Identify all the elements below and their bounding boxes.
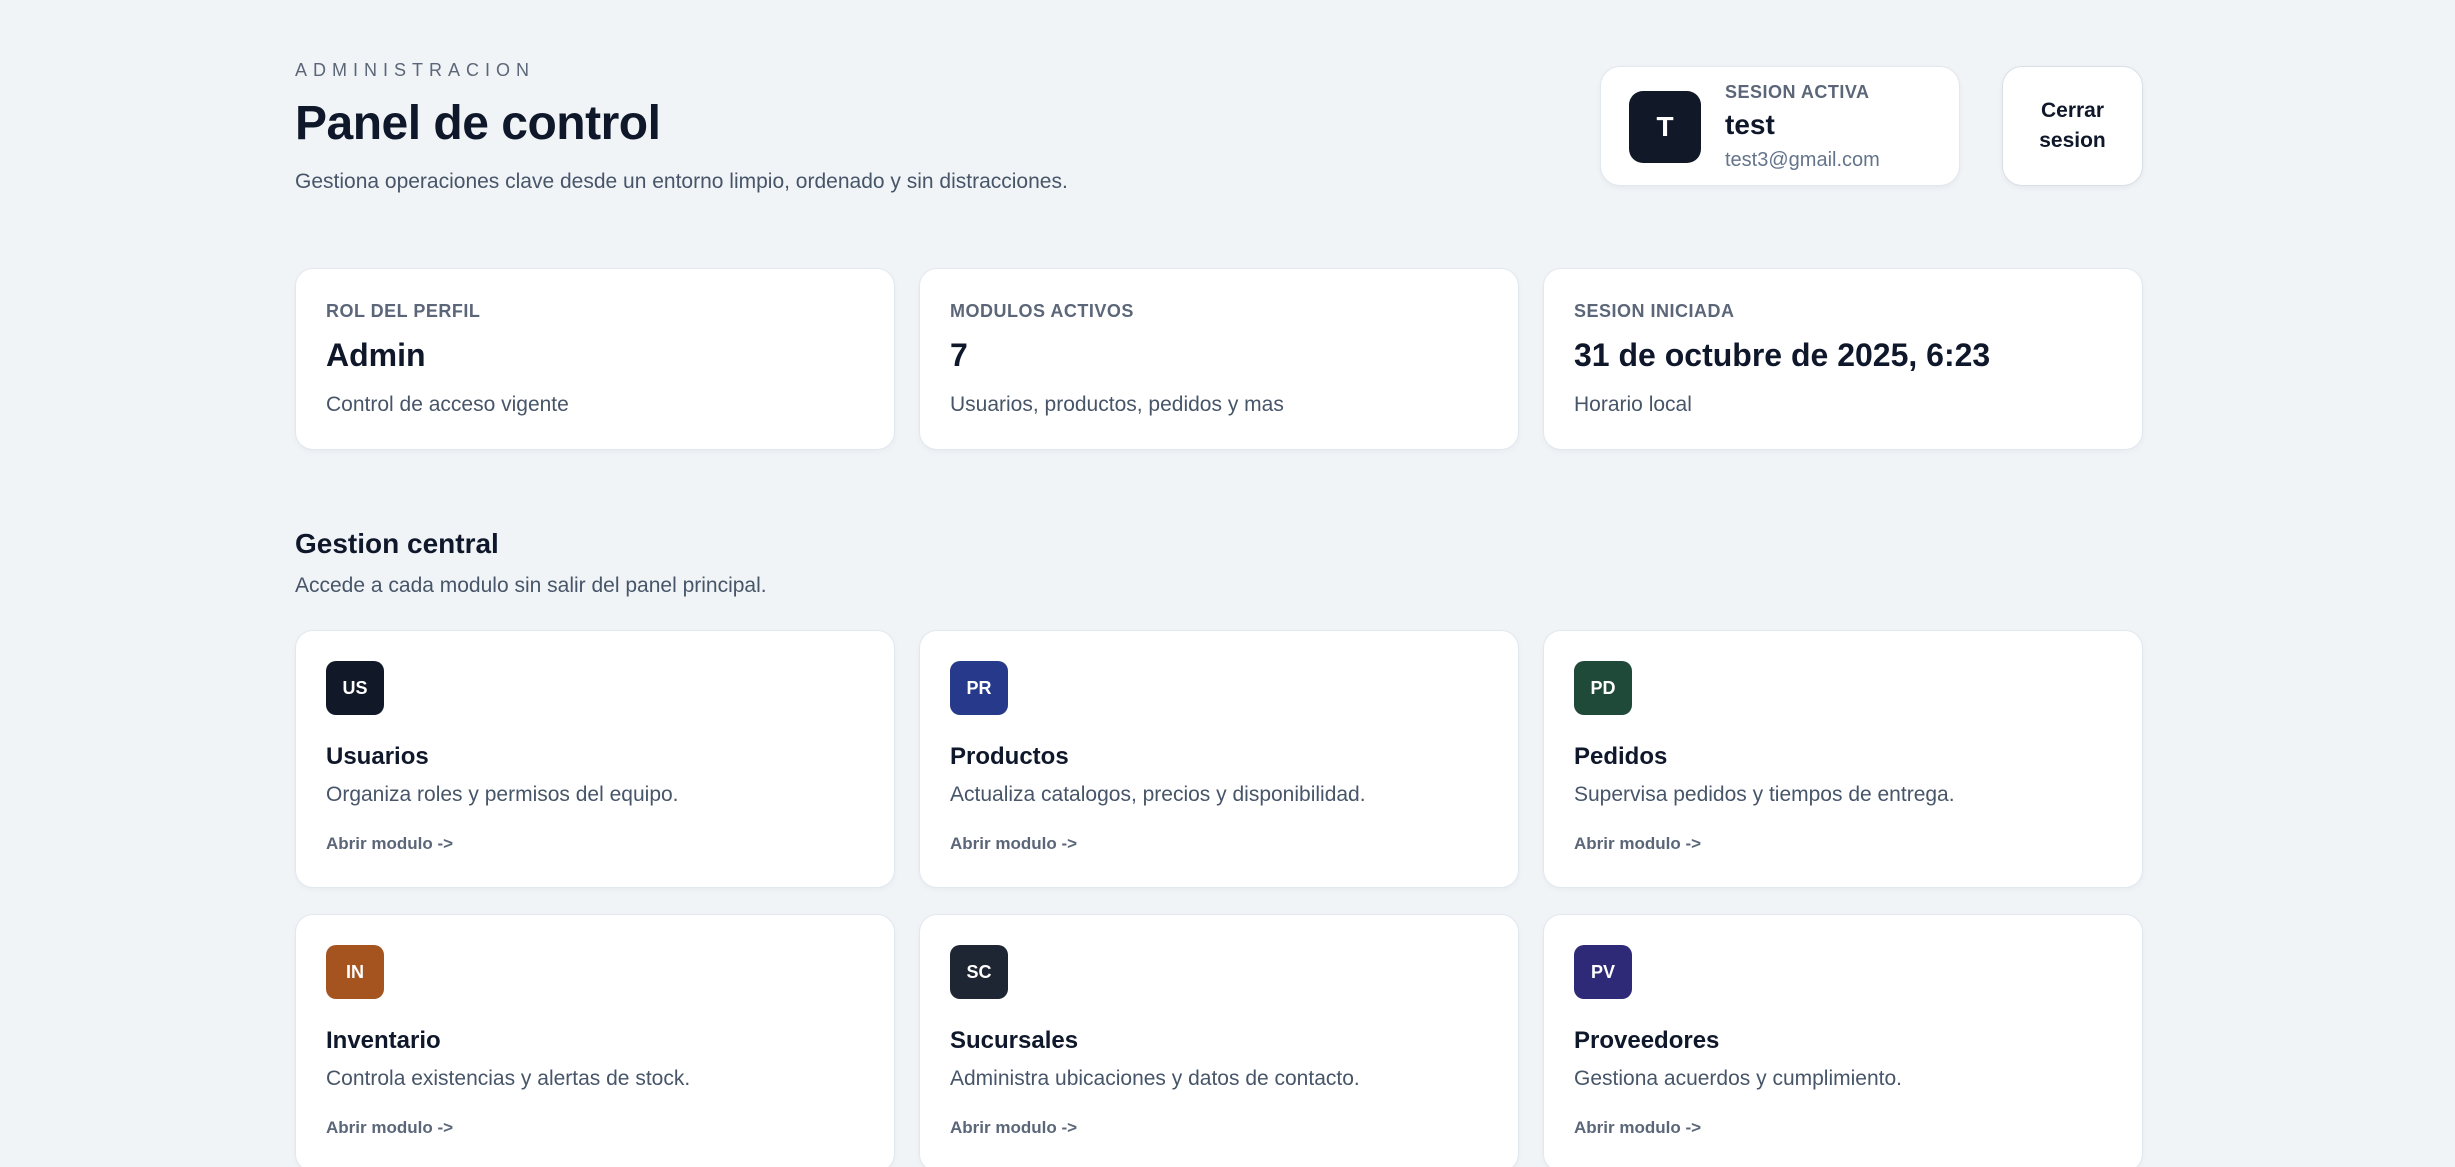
page-header: ADMINISTRACION Panel de control Gestiona… [295,0,2143,230]
stats-row: ROL DEL PERFIL Admin Control de acceso v… [295,268,2143,450]
module-description: Supervisa pedidos y tiempos de entrega. [1574,783,1955,806]
module-badge: PD [1574,661,1632,715]
stat-card-role: ROL DEL PERFIL Admin Control de acceso v… [295,268,895,450]
section-title: Gestion central [295,528,499,559]
module-name: Pedidos [1574,743,1668,770]
module-name: Productos [950,743,1069,770]
dashboard-container: ADMINISTRACION Panel de control Gestiona… [295,0,2143,1167]
module-description: Administra ubicaciones y datos de contac… [950,1067,1360,1090]
module-card-productos[interactable]: PR Productos Actualiza catalogos, precio… [919,630,1519,888]
stat-card-session-start: SESION INICIADA 31 de octubre de 2025, 6… [1543,268,2143,450]
module-card-pedidos[interactable]: PD Pedidos Supervisa pedidos y tiempos d… [1543,630,2143,888]
module-name: Inventario [326,1027,441,1054]
open-module-link[interactable]: Abrir modulo -> [326,834,453,854]
open-module-link[interactable]: Abrir modulo -> [1574,1118,1701,1138]
stat-value: 7 [950,337,968,373]
module-badge: US [326,661,384,715]
open-module-link[interactable]: Abrir modulo -> [326,1118,453,1138]
logout-button[interactable]: Cerrar sesion [2002,66,2143,186]
session-card: T SESION ACTIVA test test3@gmail.com [1600,66,1960,186]
module-name: Usuarios [326,743,429,770]
section-subtitle: Accede a cada modulo sin salir del panel… [295,574,767,597]
module-name: Proveedores [1574,1027,1720,1054]
stat-note: Usuarios, productos, pedidos y mas [950,393,1284,416]
stat-card-modules: MODULOS ACTIVOS 7 Usuarios, productos, p… [919,268,1519,450]
stat-value: Admin [326,337,426,373]
stat-note: Horario local [1574,393,1692,416]
module-card-sucursales[interactable]: SC Sucursales Administra ubicaciones y d… [919,914,1519,1167]
session-email: test3@gmail.com [1725,149,1880,171]
page: ADMINISTRACION Panel de control Gestiona… [0,0,2455,1167]
stat-label: SESION INICIADA [1574,301,1735,321]
session-username: test [1725,109,1775,140]
stat-label: MODULOS ACTIVOS [950,301,1134,321]
avatar: T [1629,91,1701,163]
module-card-proveedores[interactable]: PV Proveedores Gestiona acuerdos y cumpl… [1543,914,2143,1167]
module-card-usuarios[interactable]: US Usuarios Organiza roles y permisos de… [295,630,895,888]
page-title: Panel de control [295,97,661,150]
open-module-link[interactable]: Abrir modulo -> [950,1118,1077,1138]
module-description: Controla existencias y alertas de stock. [326,1067,691,1090]
stat-note: Control de acceso vigente [326,393,569,416]
module-description: Actualiza catalogos, precios y disponibi… [950,783,1366,806]
open-module-link[interactable]: Abrir modulo -> [1574,834,1701,854]
open-module-link[interactable]: Abrir modulo -> [950,834,1077,854]
module-card-inventario[interactable]: IN Inventario Controla existencias y ale… [295,914,895,1167]
session-label: SESION ACTIVA [1725,82,1870,102]
module-badge: IN [326,945,384,999]
stat-label: ROL DEL PERFIL [326,301,481,321]
module-badge: PR [950,661,1008,715]
page-subtitle: Gestiona operaciones clave desde un ento… [295,170,1068,193]
page-eyebrow: ADMINISTRACION [295,60,536,80]
module-description: Gestiona acuerdos y cumplimiento. [1574,1067,1902,1090]
module-badge: SC [950,945,1008,999]
module-badge: PV [1574,945,1632,999]
module-name: Sucursales [950,1027,1079,1054]
module-description: Organiza roles y permisos del equipo. [326,783,679,806]
stat-value: 31 de octubre de 2025, 6:23 [1574,337,1991,373]
